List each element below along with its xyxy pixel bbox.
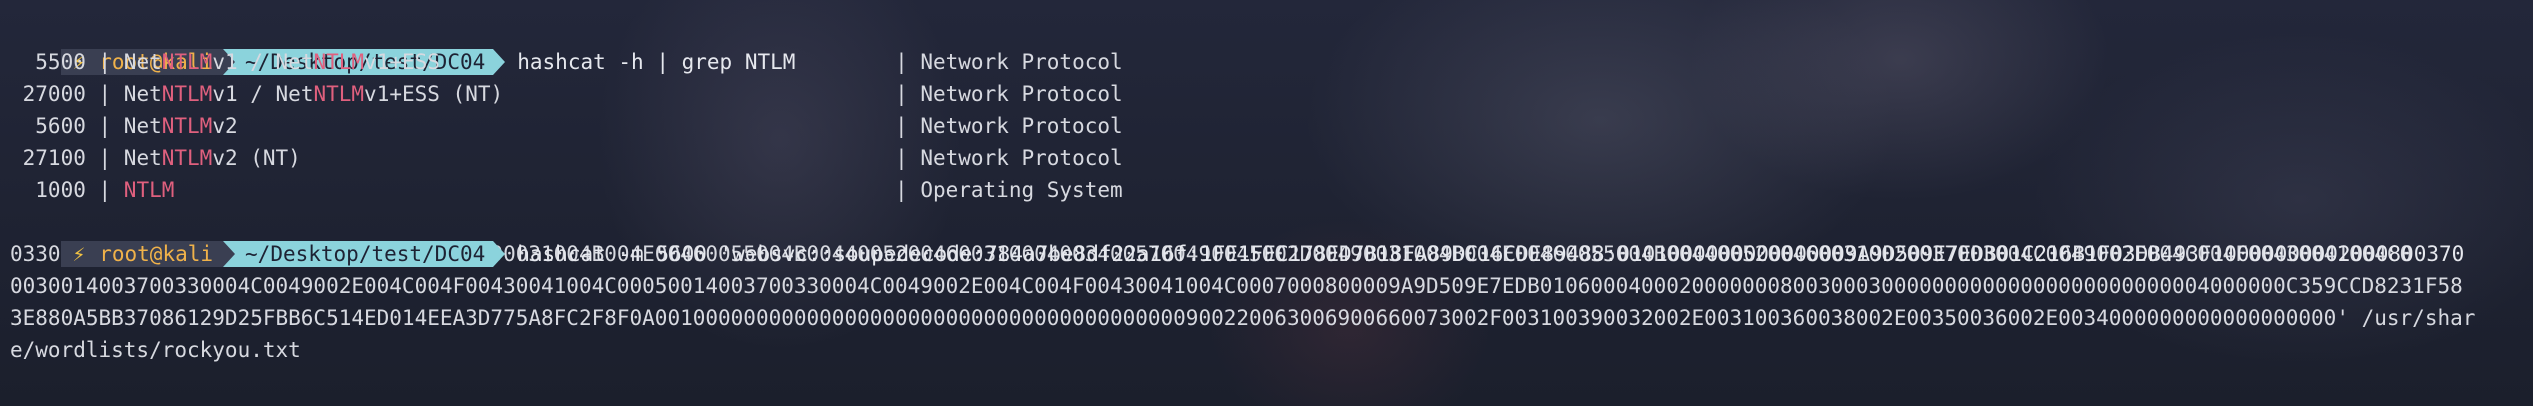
result-row: 5600 | NetNTLMv2 | Network Protocol [0,110,2533,142]
result-name-highlight: NTLM [161,146,213,170]
result-separator: | [85,146,124,170]
result-name-part: v1 / Net [212,82,314,106]
result-separator: | [85,178,124,202]
prompt-path: ~/Desktop/test/DC04 [235,241,494,267]
result-category: Network Protocol [920,50,1123,74]
result-separator: | [882,82,921,106]
command-wrapped-line[interactable]: 3E880A5BB37086129D25FBB6C514ED014EEA3D77… [0,302,2533,334]
result-row: 27000 | NetNTLMv1 / NetNTLMv1+ESS (NT) |… [0,78,2533,110]
result-separator: | [85,50,124,74]
result-name-part: Net [123,114,162,138]
result-mode: 27100 [10,146,86,170]
prompt-line-1: ⚡ root@kali ~/Desktop/test/DC04 hashcat -h … [0,14,2533,75]
command-wrapped-line[interactable]: 0030014003700330004C0049002E004C004F0043… [0,270,2533,302]
result-padding [238,114,883,138]
prompt-separator-icon [223,241,236,267]
result-padding [301,146,883,170]
prompt-user-segment: ⚡ root@kali [60,241,224,267]
prompt-end-separator-icon [493,241,506,267]
result-row: 1000 | NTLM | Operating System [0,174,2533,206]
result-name-highlight: NTLM [161,82,213,106]
result-name-highlight: NTLM [161,50,213,74]
result-name-part: v1+ESS (NT) [364,82,504,106]
result-row: 27100 | NetNTLMv2 (NT) | Network Protoco… [0,142,2533,174]
result-separator: | [882,50,921,74]
prompt-line-2: ⚡ root@kali ~/Desktop/test/DC04 hashcat -m … [0,206,2533,267]
result-mode: 27000 [10,82,86,106]
terminal-window[interactable]: ⚡ root@kali ~/Desktop/test/DC04 hashcat -h … [0,0,2533,406]
result-name-highlight: NTLM [161,114,213,138]
command-wrapped-line[interactable]: e/wordlists/rockyou.txt [0,334,2533,366]
result-name-part: v1 / Net [212,50,314,74]
grep-results: 5500 | NetNTLMv1 / NetNTLMv1+ESS | Netwo… [0,46,2533,206]
result-category: Network Protocol [920,114,1123,138]
command-text[interactable]: hashcat -m 5600 'websvc::soupedecode:784… [517,242,2464,266]
result-row: 5500 | NetNTLMv1 / NetNTLMv1+ESS | Netwo… [0,46,2533,78]
lightning-icon: ⚡ [72,242,86,266]
result-name-part: v2 [212,114,238,138]
result-separator: | [882,178,921,202]
result-separator: | [882,114,921,138]
result-padding [440,50,883,74]
prompt-user-host: root@kali [99,242,214,266]
result-separator: | [85,82,124,106]
result-mode: 1000 [10,178,86,202]
result-category: Operating System [920,178,1123,202]
result-separator: | [882,146,921,170]
result-name-highlight: NTLM [313,82,365,106]
result-padding [503,82,882,106]
result-name-part: Net [123,146,162,170]
result-category: Network Protocol [920,146,1123,170]
result-separator: | [85,114,124,138]
result-name-part: Net [123,82,162,106]
result-category: Network Protocol [920,82,1123,106]
result-name-part: Net [123,50,162,74]
result-name-part: v2 (NT) [212,146,301,170]
result-name-highlight: NTLM [123,178,175,202]
result-padding [174,178,882,202]
prompt: ⚡ root@kali ~/Desktop/test/DC04 [60,238,506,270]
result-name-highlight: NTLM [313,50,365,74]
result-name-part: v1+ESS [364,50,440,74]
result-mode: 5600 [10,114,86,138]
result-mode: 5500 [10,50,86,74]
